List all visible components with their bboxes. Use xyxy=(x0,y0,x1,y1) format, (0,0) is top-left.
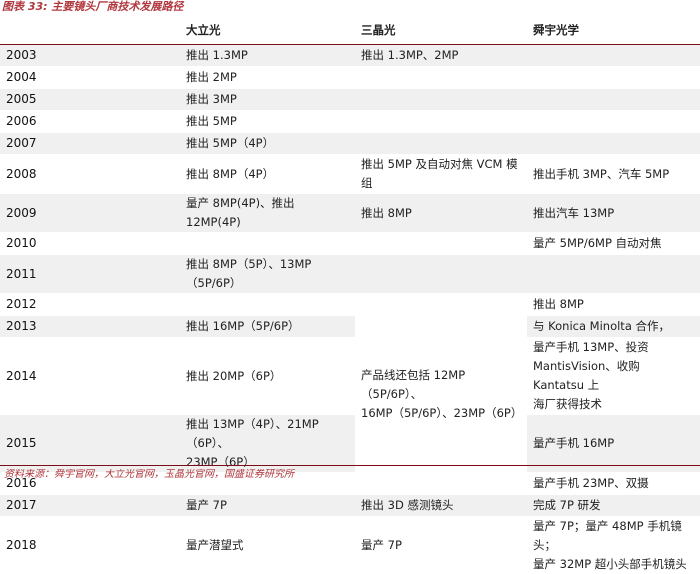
dali-cell: 量产潜望式 xyxy=(180,517,355,574)
shunyu-cell: 量产 7P；量产 48MP 手机镜头； 量产 32MP 超小头部手机镜头 xyxy=(527,517,700,574)
shunyu-cell xyxy=(527,111,700,133)
shunyu-cell: 推出汽车 13MP xyxy=(527,194,700,233)
year-cell: 2012 xyxy=(0,294,180,316)
sanjing-merged-line: 产品线还包括 12MP（5P/6P）、 xyxy=(361,366,521,404)
dali-cell: 推出 5MP（4P） xyxy=(180,133,355,155)
table-row: 2011 推出 8MP（5P）、13MP（5P/6P） xyxy=(0,255,700,294)
sanjing-cell: 推出 8MP xyxy=(355,194,527,233)
tech-roadmap-table: 大立光 三晶光 舜宇光学 2003 推出 1.3MP 推出 1.3MP、2MP … xyxy=(0,16,700,574)
shunyu-cell: 量产手机 16MP xyxy=(527,415,700,473)
sanjing-merged-line: 16MP（5P/6P）、23MP（6P） xyxy=(361,404,521,423)
sanjing-cell: 推出 3D 感测镜头 xyxy=(355,495,527,517)
year-cell: 2013 xyxy=(0,316,180,338)
year-cell: 2004 xyxy=(0,67,180,89)
table-row: 2004 推出 2MP xyxy=(0,67,700,89)
dali-cell: 推出 20MP（6P） xyxy=(180,338,355,415)
shunyu-cell: 完成 7P 研发 xyxy=(527,495,700,517)
table-row: 2005 推出 3MP xyxy=(0,89,700,111)
header-shunyu: 舜宇光学 xyxy=(527,16,700,45)
table-row: 2007 推出 5MP（4P） xyxy=(0,133,700,155)
dali-cell: 推出 16MP（5P/6P） xyxy=(180,316,355,338)
year-cell: 2006 xyxy=(0,111,180,133)
year-cell: 2018 xyxy=(0,517,180,574)
dali-line: 推出 13MP（4P）、21MP（6P）、 xyxy=(186,415,349,453)
table-row: 2015 推出 13MP（4P）、21MP（6P）、 23MP（6P） 量产手机… xyxy=(0,415,700,473)
sanjing-cell: 量产 7P xyxy=(355,517,527,574)
shunyu-cell: 量产 5MP/6MP 自动对焦 xyxy=(527,233,700,255)
dali-cell xyxy=(180,294,355,316)
dali-cell: 推出 13MP（4P）、21MP（6P）、 23MP（6P） xyxy=(180,415,355,473)
shunyu-cell: 量产手机 13MP、投资 MantisVision、收购 Kantatsu 上 … xyxy=(527,338,700,415)
shunyu-cell xyxy=(527,45,700,67)
shunyu-cell xyxy=(527,89,700,111)
table-row: 2006 推出 5MP xyxy=(0,111,700,133)
shunyu-cell: 推出手机 3MP、汽车 5MP xyxy=(527,155,700,194)
shunyu-line: MantisVision、收购 Kantatsu 上 xyxy=(533,357,694,395)
header-year xyxy=(0,16,180,45)
table-header-row: 大立光 三晶光 舜宇光学 xyxy=(0,16,700,45)
year-cell: 2008 xyxy=(0,155,180,194)
report-page: 图表 33: 主要镜头厂商技术发展路径 大立光 三晶光 舜宇光学 2003 推出… xyxy=(0,0,700,480)
year-cell: 2003 xyxy=(0,45,180,67)
shunyu-cell: 与 Konica Minolta 合作， xyxy=(527,316,700,338)
table-bottom-rule xyxy=(0,465,700,466)
sanjing-cell xyxy=(355,133,527,155)
dali-cell: 推出 2MP xyxy=(180,67,355,89)
year-cell: 2010 xyxy=(0,233,180,255)
shunyu-line: 海厂获得技术 xyxy=(533,395,694,414)
sanjing-cell xyxy=(355,233,527,255)
shunyu-line: 量产手机 13MP、投资 xyxy=(533,338,694,357)
year-cell: 2017 xyxy=(0,495,180,517)
sanjing-cell xyxy=(355,89,527,111)
table-row: 2003 推出 1.3MP 推出 1.3MP、2MP xyxy=(0,45,700,67)
header-dali: 大立光 xyxy=(180,16,355,45)
shunyu-cell xyxy=(527,133,700,155)
table-row: 2013 推出 16MP（5P/6P） 与 Konica Minolta 合作， xyxy=(0,316,700,338)
dali-cell xyxy=(180,233,355,255)
dali-cell: 推出 8MP（5P）、13MP（5P/6P） xyxy=(180,255,355,294)
header-sanjing: 三晶光 xyxy=(355,16,527,45)
sanjing-cell xyxy=(355,111,527,133)
year-cell: 2005 xyxy=(0,89,180,111)
year-cell: 2014 xyxy=(0,338,180,415)
table-row: 2008 推出 8MP（4P） 推出 5MP 及自动对焦 VCM 模组 推出手机… xyxy=(0,155,700,194)
sanjing-cell xyxy=(355,67,527,89)
dali-cell: 推出 1.3MP xyxy=(180,45,355,67)
table-row: 2009 量产 8MP(4P)、推出 12MP(4P) 推出 8MP 推出汽车 … xyxy=(0,194,700,233)
dali-cell: 量产 8MP(4P)、推出 12MP(4P) xyxy=(180,194,355,233)
year-cell: 2007 xyxy=(0,133,180,155)
year-cell: 2009 xyxy=(0,194,180,233)
sanjing-cell: 推出 5MP 及自动对焦 VCM 模组 xyxy=(355,155,527,194)
dali-cell: 量产 7P xyxy=(180,495,355,517)
table-row: 2012 产品线还包括 12MP（5P/6P）、 16MP（5P/6P）、23M… xyxy=(0,294,700,316)
sanjing-cell xyxy=(355,255,527,294)
table-row: 2014 推出 20MP（6P） 量产手机 13MP、投资 MantisVisi… xyxy=(0,338,700,415)
year-cell: 2011 xyxy=(0,255,180,294)
shunyu-line: 量产 7P；量产 48MP 手机镜头； xyxy=(533,517,694,555)
shunyu-cell xyxy=(527,67,700,89)
shunyu-cell: 推出 8MP xyxy=(527,294,700,316)
dali-cell: 推出 3MP xyxy=(180,89,355,111)
dali-cell: 推出 5MP xyxy=(180,111,355,133)
dali-cell: 推出 8MP（4P） xyxy=(180,155,355,194)
table-row: 2018 量产潜望式 量产 7P 量产 7P；量产 48MP 手机镜头； 量产 … xyxy=(0,517,700,574)
shunyu-cell xyxy=(527,255,700,294)
shunyu-line: 量产 32MP 超小头部手机镜头 xyxy=(533,555,694,574)
table-row: 2017 量产 7P 推出 3D 感测镜头 完成 7P 研发 xyxy=(0,495,700,517)
table-row: 2010 量产 5MP/6MP 自动对焦 xyxy=(0,233,700,255)
year-cell: 2015 xyxy=(0,415,180,473)
source-note: 资料来源：舜宇官网，大立光官网，玉晶光官网，国盛证券研究所 xyxy=(4,469,700,481)
sanjing-cell: 推出 1.3MP、2MP xyxy=(355,45,527,67)
